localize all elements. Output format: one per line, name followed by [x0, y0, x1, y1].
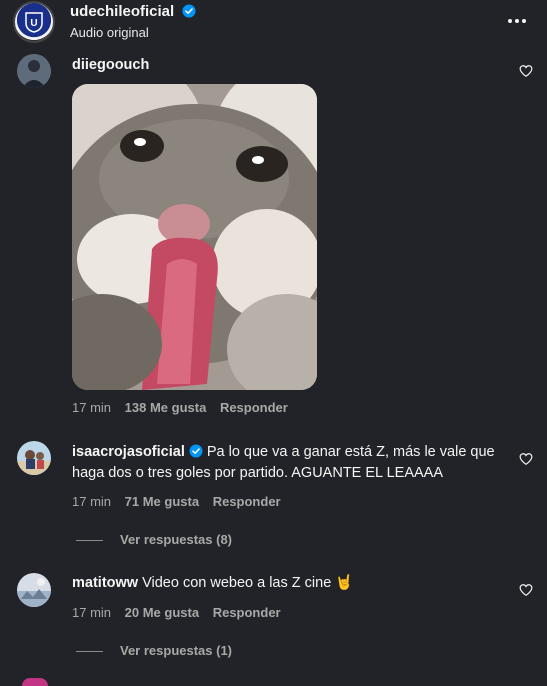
- comment-body: matitoww Video con webeo a las Z cine 🤘: [72, 573, 507, 594]
- header-username[interactable]: udechileoficial: [70, 3, 174, 20]
- comment-meta: 17 min 20 Me gusta Responder: [72, 605, 291, 620]
- comment-likes[interactable]: 138 Me gusta: [125, 400, 207, 415]
- view-replies-button[interactable]: Ver respuestas (1): [120, 643, 232, 658]
- header-username-row[interactable]: udechileoficial: [70, 3, 196, 20]
- user-photo-icon: [17, 573, 51, 607]
- reply-button[interactable]: Responder: [220, 400, 288, 415]
- comment-likes[interactable]: 20 Me gusta: [125, 605, 199, 620]
- heart-outline-icon: [519, 584, 533, 596]
- club-crest-icon: U: [25, 12, 43, 33]
- commenter-avatar[interactable]: [17, 573, 51, 607]
- like-comment-button[interactable]: [519, 64, 533, 83]
- comment-time: 17 min: [72, 400, 112, 415]
- comment-image-cat[interactable]: [72, 84, 317, 390]
- replies-divider-line: [76, 651, 103, 652]
- user-photo-icon: [17, 54, 51, 88]
- like-comment-button[interactable]: [519, 452, 533, 471]
- comment-meta: 17 min 138 Me gusta Responder: [72, 400, 298, 415]
- like-comment-button[interactable]: [519, 583, 533, 602]
- svg-text:U: U: [30, 18, 37, 29]
- user-photo-icon: [17, 441, 51, 475]
- reply-button[interactable]: Responder: [213, 605, 281, 620]
- commenter-avatar[interactable]: [17, 441, 51, 475]
- more-options-button[interactable]: [506, 13, 528, 34]
- verified-badge-icon: [182, 4, 196, 18]
- comment-username[interactable]: isaacrojasoficial: [72, 444, 185, 460]
- comment-text: Video con webeo a las Z cine 🤘: [142, 575, 354, 591]
- cat-photo: [72, 84, 317, 390]
- commenter-avatar[interactable]: [17, 54, 51, 88]
- heart-outline-icon: [519, 65, 533, 77]
- view-replies-button[interactable]: Ver respuestas (8): [120, 532, 232, 547]
- comment-meta: 17 min 71 Me gusta Responder: [72, 494, 291, 509]
- verified-badge-icon: [189, 444, 203, 458]
- more-horizontal-icon: [508, 19, 526, 23]
- comment-username[interactable]: matitoww: [72, 575, 138, 591]
- next-commenter-avatar[interactable]: [22, 678, 48, 686]
- comment-time: 17 min: [72, 605, 112, 620]
- reply-button[interactable]: Responder: [213, 494, 281, 509]
- comment-username[interactable]: diiegoouch: [72, 57, 149, 73]
- comment-time: 17 min: [72, 494, 112, 509]
- comment-body: isaacrojasoficial Pa lo que va a ganar es…: [72, 442, 507, 484]
- replies-divider-line: [76, 540, 103, 541]
- comment-likes[interactable]: 71 Me gusta: [125, 494, 199, 509]
- account-avatar[interactable]: U: [13, 1, 55, 43]
- heart-outline-icon: [519, 453, 533, 465]
- audio-subtitle[interactable]: Audio original: [70, 25, 149, 40]
